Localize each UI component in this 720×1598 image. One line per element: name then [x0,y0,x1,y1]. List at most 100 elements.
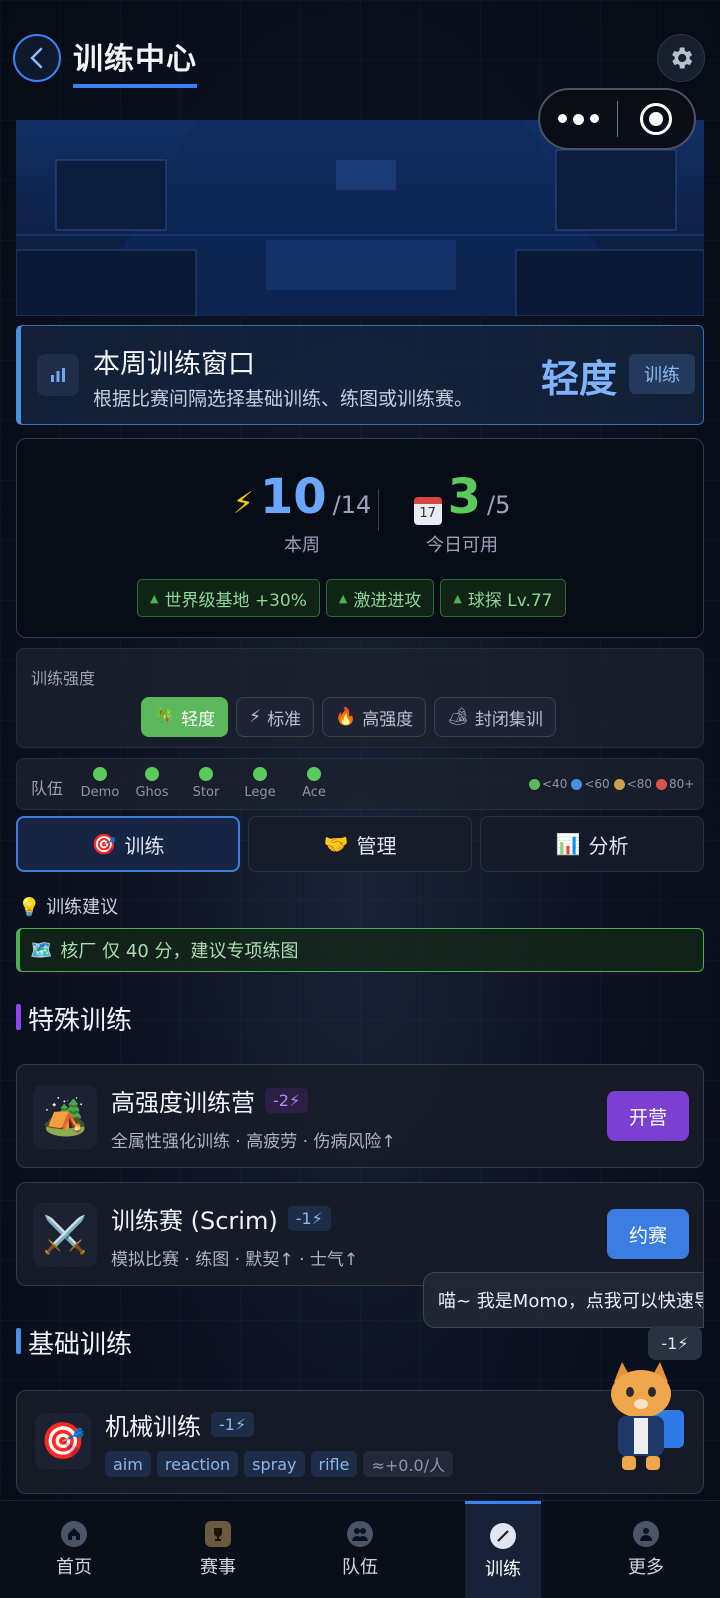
tab-management[interactable]: 🤝 管理 [248,816,472,872]
member-name: Ace [302,785,326,800]
bonus-label: 世界级基地 +30% [164,590,307,611]
nav-events[interactable]: 赛事 [146,1501,290,1598]
tab-label: 管理 [356,833,397,858]
section-title-basic: 基础训练 [16,1324,132,1361]
nav-more[interactable]: 更多 [574,1501,718,1598]
member-name: Stor [192,785,220,800]
fatigue-legend: <40 <60 <80 80+ [529,777,694,791]
training-description: 模拟比赛 · 练图 · 默契↑ · 士气↑ [111,1250,359,1270]
advice-item[interactable]: 🗺️ 核厂 仅 40 分，建议专项练图 [16,928,704,972]
home-icon [61,1521,87,1547]
team-member[interactable]: Stor [181,767,231,800]
back-button[interactable] [13,34,61,82]
skill-tag: spray [244,1451,305,1477]
team-fatigue-strip: 队伍 Demo Ghos Stor Lege Ace <40 <60 <80 8… [16,758,704,810]
section-accent-bar [16,1328,21,1354]
lightning-icon: ⚡ [232,486,254,521]
energy-cost-badge: -2⚡ [265,1088,309,1113]
bonus-label: 激进进攻 [353,590,422,611]
chart-icon [37,354,79,396]
tab-training[interactable]: 🎯 训练 [16,816,240,872]
legend-item: <40 [529,777,567,791]
assistant-speech-bubble[interactable]: 喵~ 我是Momo，点我可以快速导航 [423,1272,704,1328]
today-energy: 17 3 /5 今日可用 [402,469,522,557]
start-bootcamp-button[interactable]: 开营 [607,1091,689,1141]
fatigue-dot [145,767,159,781]
training-card-scrim: ⚔️ 训练赛 (Scrim) -1⚡ 模拟比赛 · 练图 · 默契↑ · 士气↑… [16,1182,704,1286]
week-window-description: 根据比赛间隔选择基础训练、练图或训练赛。 [93,388,474,410]
skill-tag: rifle [310,1451,358,1477]
legend-item: <60 [571,777,610,791]
intensity-option-label: 高强度 [362,709,414,730]
intensity-option-light[interactable]: 🎋 轻度 [141,697,229,737]
skill-tag: aim [105,1451,151,1477]
section-title-special: 特殊训练 [16,1000,132,1037]
expected-gain: ≈+0.0/人 [363,1451,454,1477]
fatigue-dot [307,767,321,781]
intensity-option-label: 标准 [267,709,302,730]
camp-icon: 🏕 [447,707,469,727]
team-member[interactable]: Demo [75,767,125,800]
nav-label: 更多 [628,1557,664,1578]
intensity-option-standard[interactable]: ⚡ 标准 [236,697,315,737]
weekly-energy-total: /14 [332,491,372,519]
team-member[interactable]: Ace [289,767,339,800]
nav-label: 训练 [485,1558,521,1580]
advice-title: 💡 训练建议 [18,897,119,918]
tab-analysis[interactable]: 📊 分析 [480,816,704,872]
intensity-option-bootcamp[interactable]: 🏕 封闭集训 [434,697,556,737]
team-member[interactable]: Ghos [127,767,177,800]
bonus-pill: ▲ 球探 Lv.77 [440,579,566,617]
training-card-bootcamp: 🏕️ 高强度训练营 -2⚡ 全属性强化训练 · 高疲劳 · 伤病风险↑ 开营 [16,1064,704,1168]
today-energy-total: /5 [487,491,511,519]
energy-cost-badge: -1⚡ [211,1412,255,1437]
fire-icon: 🔥 [335,707,357,727]
section-accent-bar [16,1004,21,1030]
intensity-option-high[interactable]: 🔥 高强度 [322,697,427,737]
team-member[interactable]: Lege [235,767,285,800]
cat-mascot-icon[interactable] [596,1362,688,1472]
nav-team[interactable]: 队伍 [288,1501,432,1598]
nav-label: 赛事 [200,1557,236,1578]
bonus-label: 球探 Lv.77 [467,590,553,611]
legend-item: 80+ [655,777,694,791]
schedule-scrim-button[interactable]: 约赛 [607,1209,689,1259]
camp-icon: 🏕️ [33,1085,97,1149]
skill-tag: reaction [156,1451,239,1477]
intensity-label: 训练强度 [31,669,96,688]
calendar-icon: 17 [413,497,442,525]
energy-cost-badge: -1⚡ [648,1326,702,1360]
today-energy-value: 3 [447,469,482,525]
energy-stats-card: ⚡ 10 /14 本周 17 3 /5 今日可用 ▲ 世界级基地 +30% ▲ 激进… [16,438,704,638]
crossed-swords-icon: ⚔️ [33,1203,97,1267]
mini-program-capsule [538,88,696,150]
today-energy-label: 今日可用 [426,535,498,556]
weekly-energy-label: 本周 [284,535,320,556]
intensity-options: 🎋 轻度 ⚡ 标准 🔥 高强度 🏕 封闭集训 [141,697,556,737]
settings-button[interactable] [657,34,705,82]
nav-label: 首页 [56,1557,92,1578]
nav-training[interactable]: 训练 [465,1501,541,1598]
team-icon [347,1521,373,1547]
fatigue-dot [253,767,267,781]
target-icon: 🎯 [35,1413,91,1469]
nav-home[interactable]: 首页 [2,1501,146,1598]
bar-chart-icon: 📊 [555,832,581,856]
stats-divider [378,489,379,531]
week-window-title: 本周训练窗口 [93,349,255,380]
intensity-option-label: 轻度 [181,709,216,730]
nav-label: 队伍 [342,1557,378,1578]
lightbulb-icon: 💡 [18,897,41,918]
target-circle-icon[interactable] [618,103,695,135]
energy-cost-badge: -1⚡ [287,1206,331,1231]
advice-text: 核厂 仅 40 分，建议专项练图 [60,941,299,962]
trophy-icon [205,1521,231,1547]
week-intensity-level: 轻度 [541,357,618,401]
target-icon: 🎯 [91,832,117,856]
bonus-pill: ▲ 激进进攻 [325,579,435,617]
fatigue-dot [93,767,107,781]
weekly-energy-value: 10 [259,469,327,525]
skill-tags: aim reaction spray rifle ≈+0.0/人 [105,1451,454,1477]
fatigue-dot [199,767,213,781]
more-dots-icon[interactable] [540,113,617,125]
